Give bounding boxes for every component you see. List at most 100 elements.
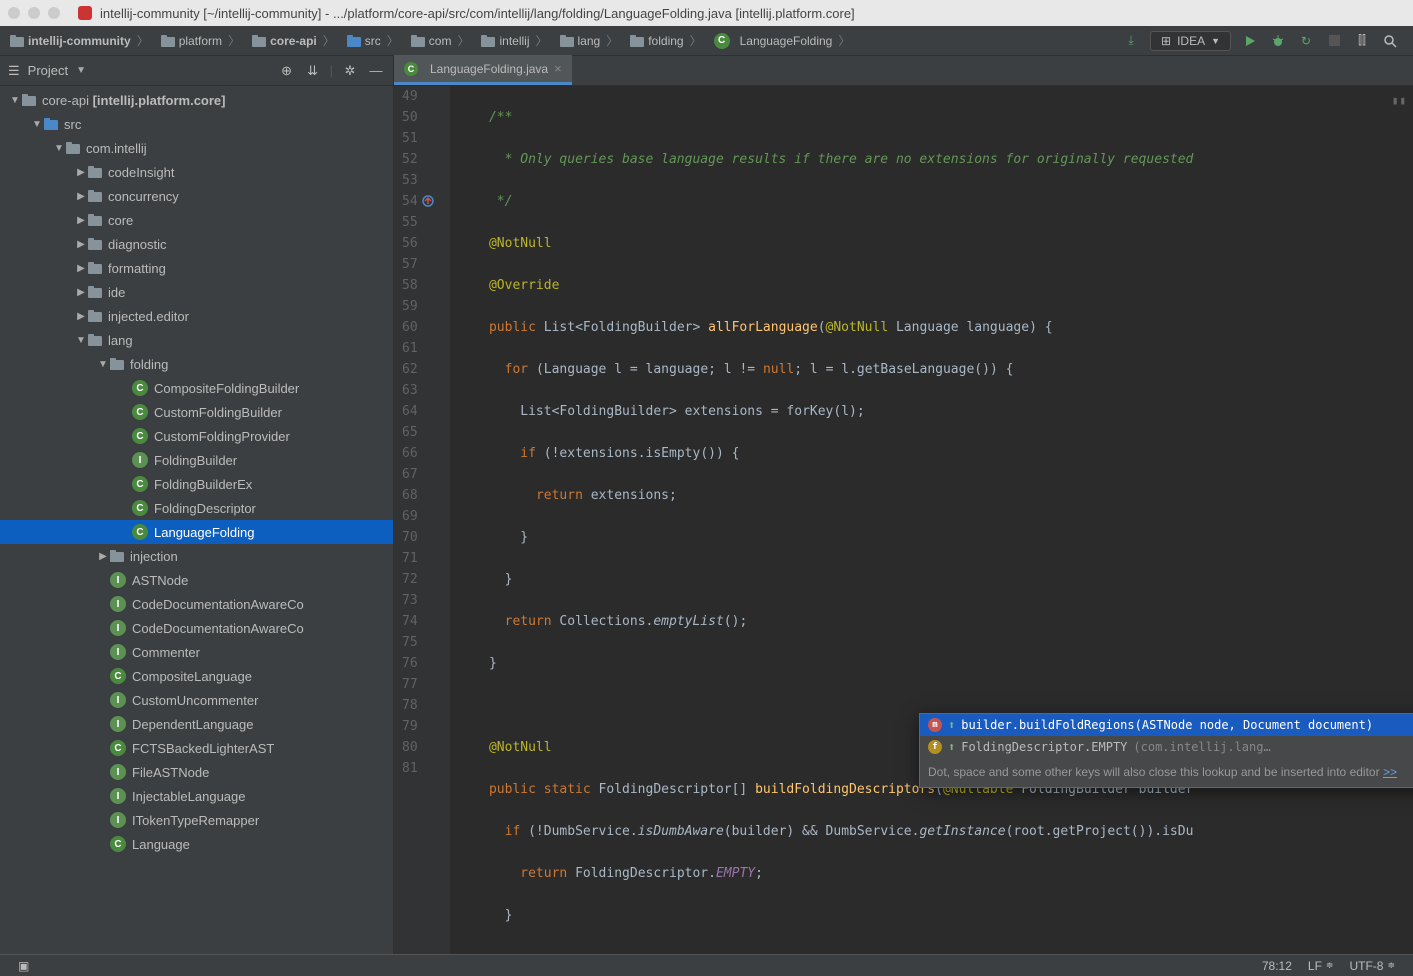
class-icon: C: [714, 33, 730, 49]
tree-interface[interactable]: ICodeDocumentationAwareCo: [0, 616, 393, 640]
breadcrumb[interactable]: core-api〉: [248, 30, 341, 51]
tree-folder[interactable]: ▶diagnostic: [0, 232, 393, 256]
class-icon: C: [132, 524, 148, 540]
class-icon: C: [132, 428, 148, 444]
app-icon: [78, 6, 92, 20]
inspection-indicator-icon[interactable]: ▮▮: [1392, 90, 1407, 111]
tree-module-root[interactable]: ▼core-api [intellij.platform.core]: [0, 88, 393, 112]
stop-icon[interactable]: [1325, 32, 1343, 50]
breadcrumb[interactable]: intellij-community〉: [6, 30, 155, 51]
tree-interface[interactable]: IInjectableLanguage: [0, 784, 393, 808]
interface-icon: I: [110, 572, 126, 588]
line-separator[interactable]: LF ≑: [1300, 959, 1342, 973]
build-icon[interactable]: ⤓: [1122, 32, 1140, 50]
run-configuration-selector[interactable]: ⊞ IDEA ▼: [1150, 31, 1231, 51]
file-encoding[interactable]: UTF-8 ≑: [1341, 959, 1403, 973]
folder-icon: [161, 35, 175, 47]
caret-position[interactable]: 78:12: [1254, 959, 1300, 973]
code-editor[interactable]: ▮▮ 4950515253545556575859606162636465666…: [394, 86, 1413, 954]
tree-folder[interactable]: ▶formatting: [0, 256, 393, 280]
locate-icon[interactable]: ⊕: [278, 62, 296, 80]
tree-folder-folding[interactable]: ▼folding: [0, 352, 393, 376]
tree-folder[interactable]: ▶ide: [0, 280, 393, 304]
hide-icon[interactable]: —: [367, 62, 385, 80]
tree-interface[interactable]: IASTNode: [0, 568, 393, 592]
gear-icon[interactable]: ✲: [341, 62, 359, 80]
close-tab-icon[interactable]: ×: [554, 61, 562, 76]
breadcrumb[interactable]: lang〉: [556, 30, 625, 51]
debug-icon[interactable]: [1269, 32, 1287, 50]
run-icon[interactable]: [1241, 32, 1259, 50]
breadcrumb[interactable]: CLanguageFolding〉: [710, 30, 857, 51]
zoom-window-icon[interactable]: [48, 7, 60, 19]
close-window-icon[interactable]: [8, 7, 20, 19]
window-title-bar: intellij-community [~/intellij-community…: [0, 0, 1413, 26]
tree-class[interactable]: CFoldingBuilderEx: [0, 472, 393, 496]
line-number-gutter[interactable]: 4950515253545556575859606162636465666768…: [394, 86, 436, 954]
tree-class[interactable]: CCustomFoldingBuilder: [0, 400, 393, 424]
tool-window-title[interactable]: Project: [28, 63, 68, 78]
tree-folder-src[interactable]: ▼src: [0, 112, 393, 136]
vcs-icon[interactable]: ⫿⫿: [1353, 32, 1371, 50]
collapse-all-icon[interactable]: ⇊: [304, 62, 322, 80]
project-tree[interactable]: ▼core-api [intellij.platform.core] ▼src …: [0, 86, 393, 954]
tree-class[interactable]: CCompositeLanguage: [0, 664, 393, 688]
tree-class[interactable]: CCompositeFoldingBuilder: [0, 376, 393, 400]
breadcrumb[interactable]: folding〉: [626, 30, 707, 51]
tree-folder[interactable]: ▶injection: [0, 544, 393, 568]
project-view-icon[interactable]: ☰: [8, 63, 20, 79]
tree-class[interactable]: CFCTSBackedLighterAST: [0, 736, 393, 760]
completion-item[interactable]: f ⬆ FoldingDescriptor.EMPTY (com.intelli…: [920, 736, 1413, 758]
idea-icon: ⊞: [1161, 34, 1171, 48]
tree-class[interactable]: CCustomFoldingProvider: [0, 424, 393, 448]
tree-class[interactable]: CFoldingDescriptor: [0, 496, 393, 520]
tree-folder-lang[interactable]: ▼lang: [0, 328, 393, 352]
tree-interface[interactable]: ICustomUncommenter: [0, 688, 393, 712]
folder-icon: [88, 262, 102, 274]
editor-area: C LanguageFolding.java × ▮▮ 495051525354…: [394, 56, 1413, 954]
minimize-window-icon[interactable]: [28, 7, 40, 19]
package-icon: [66, 142, 80, 154]
method-icon: m: [928, 718, 942, 732]
coverage-icon[interactable]: ↻: [1297, 32, 1315, 50]
navigation-bar: intellij-community〉 platform〉 core-api〉 …: [0, 26, 1413, 56]
breadcrumb[interactable]: src〉: [343, 30, 405, 51]
interface-icon: I: [110, 812, 126, 828]
tree-class-selected[interactable]: CLanguageFolding: [0, 520, 393, 544]
tree-folder[interactable]: ▶injected.editor: [0, 304, 393, 328]
class-icon: C: [110, 740, 126, 756]
tree-interface[interactable]: ICodeDocumentationAwareCo: [0, 592, 393, 616]
editor-tab-active[interactable]: C LanguageFolding.java ×: [394, 55, 572, 85]
folder-icon: [110, 358, 124, 370]
search-icon[interactable]: [1381, 32, 1399, 50]
code-completion-popup[interactable]: m ⬆ builder.buildFoldRegions(ASTNode nod…: [919, 713, 1413, 788]
interface-icon: I: [110, 788, 126, 804]
completion-item-selected[interactable]: m ⬆ builder.buildFoldRegions(ASTNode nod…: [920, 714, 1413, 736]
breadcrumb[interactable]: intellij〉: [477, 30, 553, 51]
chevron-down-icon[interactable]: ▼: [76, 65, 86, 76]
folder-icon: [88, 190, 102, 202]
code-content[interactable]: /** * Only queries base language results…: [450, 86, 1413, 954]
source-folder-icon: [347, 35, 361, 47]
package-icon: [560, 35, 574, 47]
tree-package[interactable]: ▼com.intellij: [0, 136, 393, 160]
package-icon: [411, 35, 425, 47]
breadcrumb[interactable]: platform〉: [157, 30, 246, 51]
class-icon: C: [132, 380, 148, 396]
tree-folder[interactable]: ▶core: [0, 208, 393, 232]
folder-icon: [252, 35, 266, 47]
breadcrumb[interactable]: com〉: [407, 30, 476, 51]
folder-icon: [88, 238, 102, 250]
fold-gutter[interactable]: [436, 86, 450, 954]
tree-interface[interactable]: IFileASTNode: [0, 760, 393, 784]
tree-interface[interactable]: ICommenter: [0, 640, 393, 664]
tree-interface[interactable]: IITokenTypeRemapper: [0, 808, 393, 832]
tree-folder[interactable]: ▶concurrency: [0, 184, 393, 208]
tree-interface[interactable]: IDependentLanguage: [0, 712, 393, 736]
tool-windows-icon[interactable]: ▣: [10, 959, 37, 973]
status-bar: ▣ 78:12 LF ≑ UTF-8 ≑: [0, 954, 1413, 976]
tree-interface[interactable]: IFoldingBuilder: [0, 448, 393, 472]
completion-more-link[interactable]: >>: [1383, 765, 1397, 779]
tree-folder[interactable]: ▶codeInsight: [0, 160, 393, 184]
tree-class[interactable]: CLanguage: [0, 832, 393, 856]
